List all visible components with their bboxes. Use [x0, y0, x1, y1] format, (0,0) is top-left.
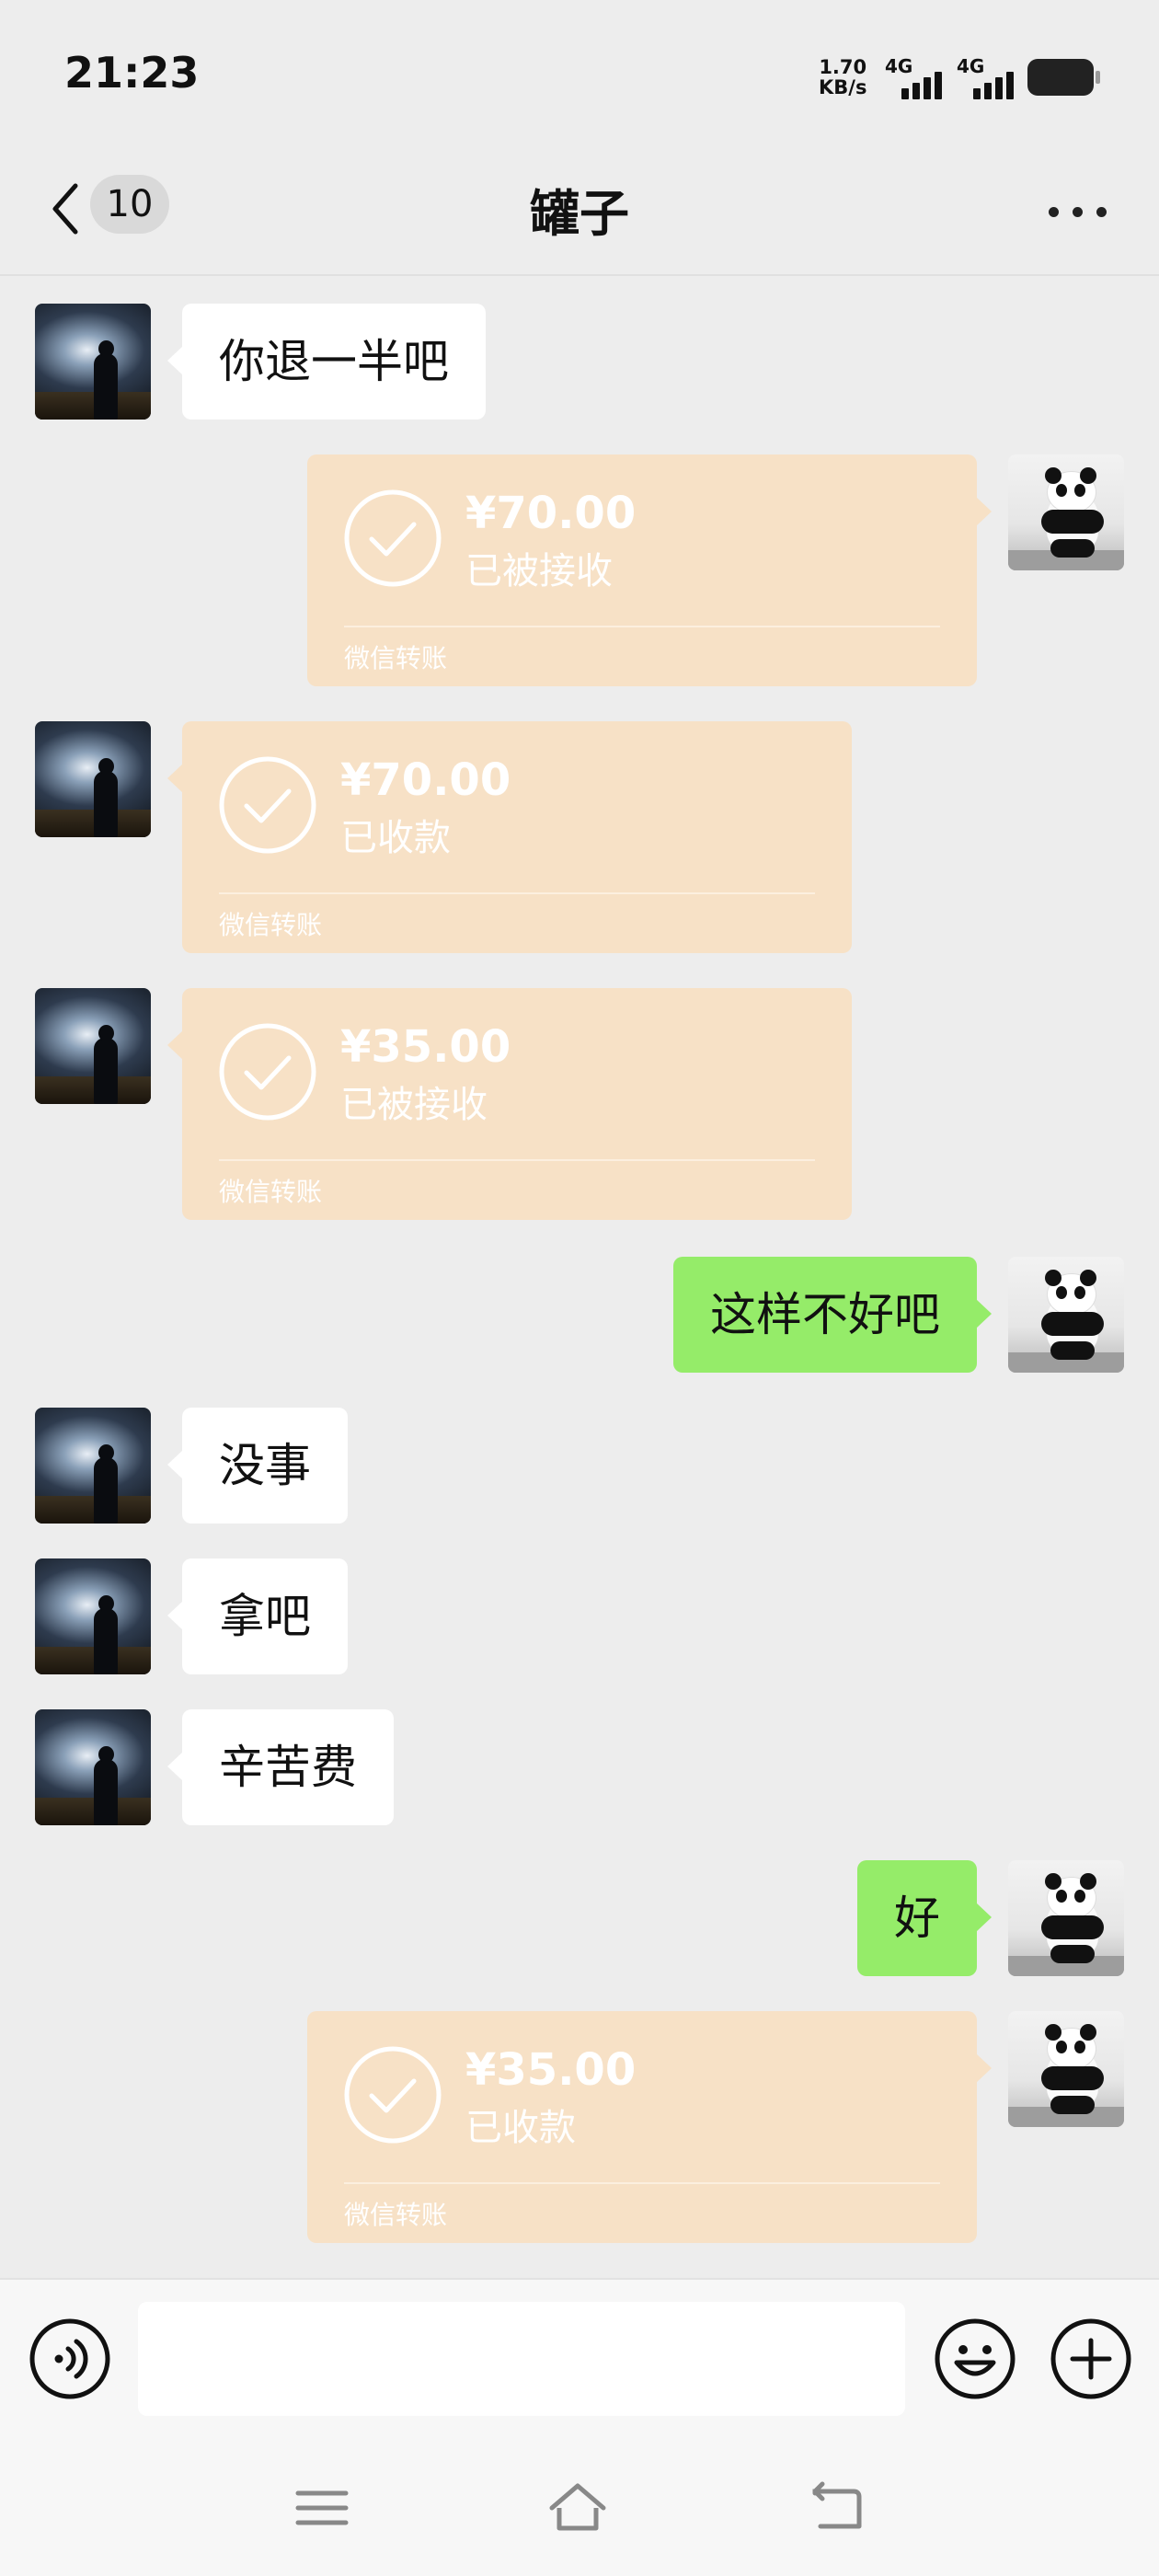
transfer-amount: ¥35.00	[340, 1021, 511, 1073]
system-nav-bar	[0, 2442, 1159, 2576]
signal-icon: 4G	[957, 55, 1017, 99]
contact-avatar[interactable]	[35, 1558, 151, 1674]
transfer-status: 已被接收	[340, 1084, 488, 1126]
my-avatar[interactable]	[1008, 2011, 1124, 2127]
signal-icon: 4G	[885, 55, 946, 99]
contact-avatar[interactable]	[35, 304, 151, 420]
emoji-icon[interactable]	[933, 2317, 1017, 2401]
sim2-label: 4G	[957, 55, 985, 77]
check-circle-icon	[219, 1023, 316, 1121]
transfer-amount: ¥70.00	[340, 754, 511, 806]
message-bubble[interactable]: 没事	[167, 1408, 348, 1524]
network-speed: 1.70 KB/s	[819, 57, 866, 98]
input-bar	[0, 2278, 1159, 2444]
divider	[219, 892, 815, 894]
message-bubble[interactable]: 拿吧	[167, 1558, 348, 1674]
transfer-card[interactable]: ¥70.00 已收款 微信转账	[167, 721, 852, 953]
transfer-footer: 微信转账	[344, 2200, 448, 2230]
battery-icon	[1027, 59, 1100, 96]
check-circle-icon	[219, 756, 316, 854]
menu-icon[interactable]	[293, 2478, 351, 2537]
transfer-amount: ¥35.00	[465, 2044, 637, 2096]
transfer-footer: 微信转账	[219, 1177, 323, 1207]
divider	[344, 2182, 940, 2184]
message-bubble[interactable]: 好	[857, 1860, 992, 1976]
transfer-amount: ¥70.00	[465, 488, 637, 539]
my-avatar[interactable]	[1008, 454, 1124, 570]
voice-icon[interactable]	[28, 2317, 112, 2401]
more-icon[interactable]	[1049, 204, 1107, 221]
check-circle-icon	[344, 489, 442, 587]
transfer-card[interactable]: ¥35.00 已被接收 微信转账	[167, 988, 852, 1220]
message-bubble[interactable]: 这样不好吧	[673, 1257, 992, 1373]
chat-header: 10 罐子	[0, 156, 1159, 276]
message-bubble[interactable]: 辛苦费	[167, 1709, 394, 1825]
network-speed-value: 1.70	[819, 56, 867, 78]
back-icon[interactable]	[808, 2478, 866, 2537]
my-avatar[interactable]	[1008, 1257, 1124, 1373]
message-input[interactable]	[138, 2302, 905, 2416]
network-speed-unit: KB/s	[819, 76, 867, 98]
transfer-status: 已收款	[465, 2107, 576, 2149]
my-avatar[interactable]	[1008, 1860, 1124, 1976]
contact-avatar[interactable]	[35, 1709, 151, 1825]
divider	[344, 626, 940, 627]
contact-avatar[interactable]	[35, 721, 151, 837]
transfer-card[interactable]: ¥70.00 已被接收 微信转账	[307, 454, 992, 686]
plus-icon[interactable]	[1049, 2317, 1133, 2401]
transfer-card[interactable]: ¥35.00 已收款 微信转账	[307, 2011, 992, 2243]
status-bar: 21:23 1.70 KB/s 4G 4G	[0, 0, 1159, 156]
transfer-footer: 微信转账	[219, 910, 323, 940]
transfer-status: 已被接收	[465, 550, 613, 592]
status-time: 21:23	[64, 48, 200, 98]
divider	[219, 1159, 815, 1161]
home-icon[interactable]	[548, 2478, 607, 2537]
contact-avatar[interactable]	[35, 988, 151, 1104]
chat-title: 罐子	[530, 185, 629, 243]
contact-avatar[interactable]	[35, 1408, 151, 1524]
sim1-label: 4G	[885, 55, 913, 77]
transfer-footer: 微信转账	[344, 643, 448, 673]
check-circle-icon	[344, 2046, 442, 2144]
transfer-status: 已收款	[340, 817, 451, 859]
message-bubble[interactable]: 你退一半吧	[167, 304, 486, 420]
